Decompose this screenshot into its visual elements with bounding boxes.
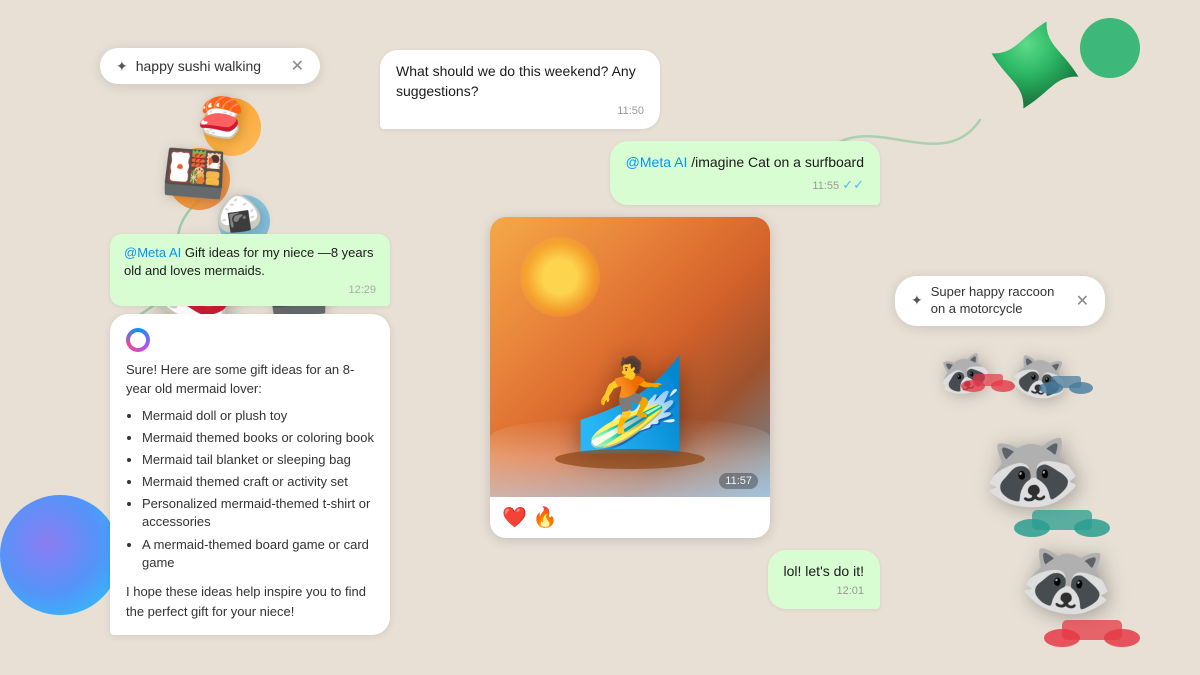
- left-chat-area: @Meta AI Gift ideas for my niece —8 year…: [110, 234, 390, 636]
- chat-area: What should we do this weekend? Any sugg…: [380, 50, 880, 615]
- ai-response-outro: I hope these ideas help inspire you to f…: [126, 582, 374, 621]
- time-text: 11:55: [812, 180, 839, 192]
- meta-ai-header: [126, 328, 374, 352]
- gift-message-outgoing: @Meta AI Gift ideas for my niece —8 year…: [110, 234, 390, 306]
- raccoon-search-text: Super happy raccoon on a motorcycle: [931, 284, 1068, 318]
- outgoing-text-2: lol! let's do it!: [784, 562, 865, 582]
- decorative-circle-green: [1080, 18, 1140, 78]
- outgoing-text-1: @Meta AI /imagine Cat on a surfboard: [626, 153, 864, 173]
- image-timestamp: 11:57: [719, 473, 758, 489]
- heart-reaction[interactable]: ❤️: [502, 505, 527, 530]
- search-wand-icon: ✦: [116, 58, 128, 75]
- ai-ring-inner: [130, 332, 146, 348]
- list-item: Mermaid themed books or coloring book: [142, 429, 374, 447]
- ai-ring-icon: [126, 328, 150, 352]
- incoming-time-1: 11:50: [396, 105, 644, 117]
- surfboard-svg: [550, 447, 710, 472]
- outgoing-time-1: 11:55 ✓✓: [626, 177, 864, 193]
- decorative-circle-blue: [0, 495, 120, 615]
- outgoing-command: /imagine Cat on a surfboard: [687, 154, 864, 170]
- sushi-search-bar[interactable]: ✦ happy sushi walking ✕: [100, 48, 320, 84]
- checkmarks-icon: ✓✓: [842, 177, 864, 192]
- ai-response-list: Mermaid doll or plush toy Mermaid themed…: [126, 407, 374, 573]
- reactions: ❤️ 🔥: [490, 497, 770, 538]
- outgoing-time-2: 12:01: [784, 585, 865, 597]
- cat-surfing-image: 🏄 11:57: [490, 217, 770, 497]
- incoming-message-1: What should we do this weekend? Any sugg…: [380, 50, 660, 129]
- list-item: Mermaid tail blanket or sleeping bag: [142, 451, 374, 469]
- search-bar-close-icon[interactable]: ✕: [291, 56, 304, 76]
- list-item: Mermaid themed craft or activity set: [142, 473, 374, 491]
- cat-emoji: 🏄: [574, 352, 686, 457]
- search-bar-text: happy sushi walking: [136, 58, 283, 74]
- list-item: Mermaid doll or plush toy: [142, 407, 374, 425]
- sun-effect: [520, 237, 600, 317]
- decorative-star: [985, 15, 1085, 120]
- incoming-text-1: What should we do this weekend? Any sugg…: [396, 62, 644, 101]
- meta-ai-response: Sure! Here are some gift ideas for an 8-…: [110, 314, 390, 636]
- raccoon-search-close-icon[interactable]: ✕: [1076, 291, 1089, 311]
- outgoing-message-1: @Meta AI /imagine Cat on a surfboard 11:…: [610, 141, 880, 205]
- motorcycle-svg-4: [1042, 598, 1142, 648]
- meta-ai-mention-gift: @Meta AI: [124, 245, 181, 260]
- image-bubble: 🏄 11:57 ❤️ 🔥: [490, 217, 770, 538]
- raccoon-search-bar[interactable]: ✦ Super happy raccoon on a motorcycle ✕: [895, 276, 1105, 326]
- list-item: Personalized mermaid-themed t-shirt or a…: [142, 495, 374, 531]
- fire-reaction[interactable]: 🔥: [533, 505, 558, 530]
- sushi-sticker-3: 🍙: [212, 189, 265, 239]
- meta-ai-mention-1: @Meta AI: [626, 154, 688, 170]
- motorcycle-svg-2: [1036, 360, 1096, 395]
- raccoon-search-icon: ✦: [911, 292, 923, 309]
- ai-response-intro: Sure! Here are some gift ideas for an 8-…: [126, 360, 374, 399]
- outgoing-message-2: lol! let's do it! 12:01: [768, 550, 881, 610]
- list-item: A mermaid-themed board game or card game: [142, 536, 374, 572]
- gift-time: 12:29: [124, 284, 376, 296]
